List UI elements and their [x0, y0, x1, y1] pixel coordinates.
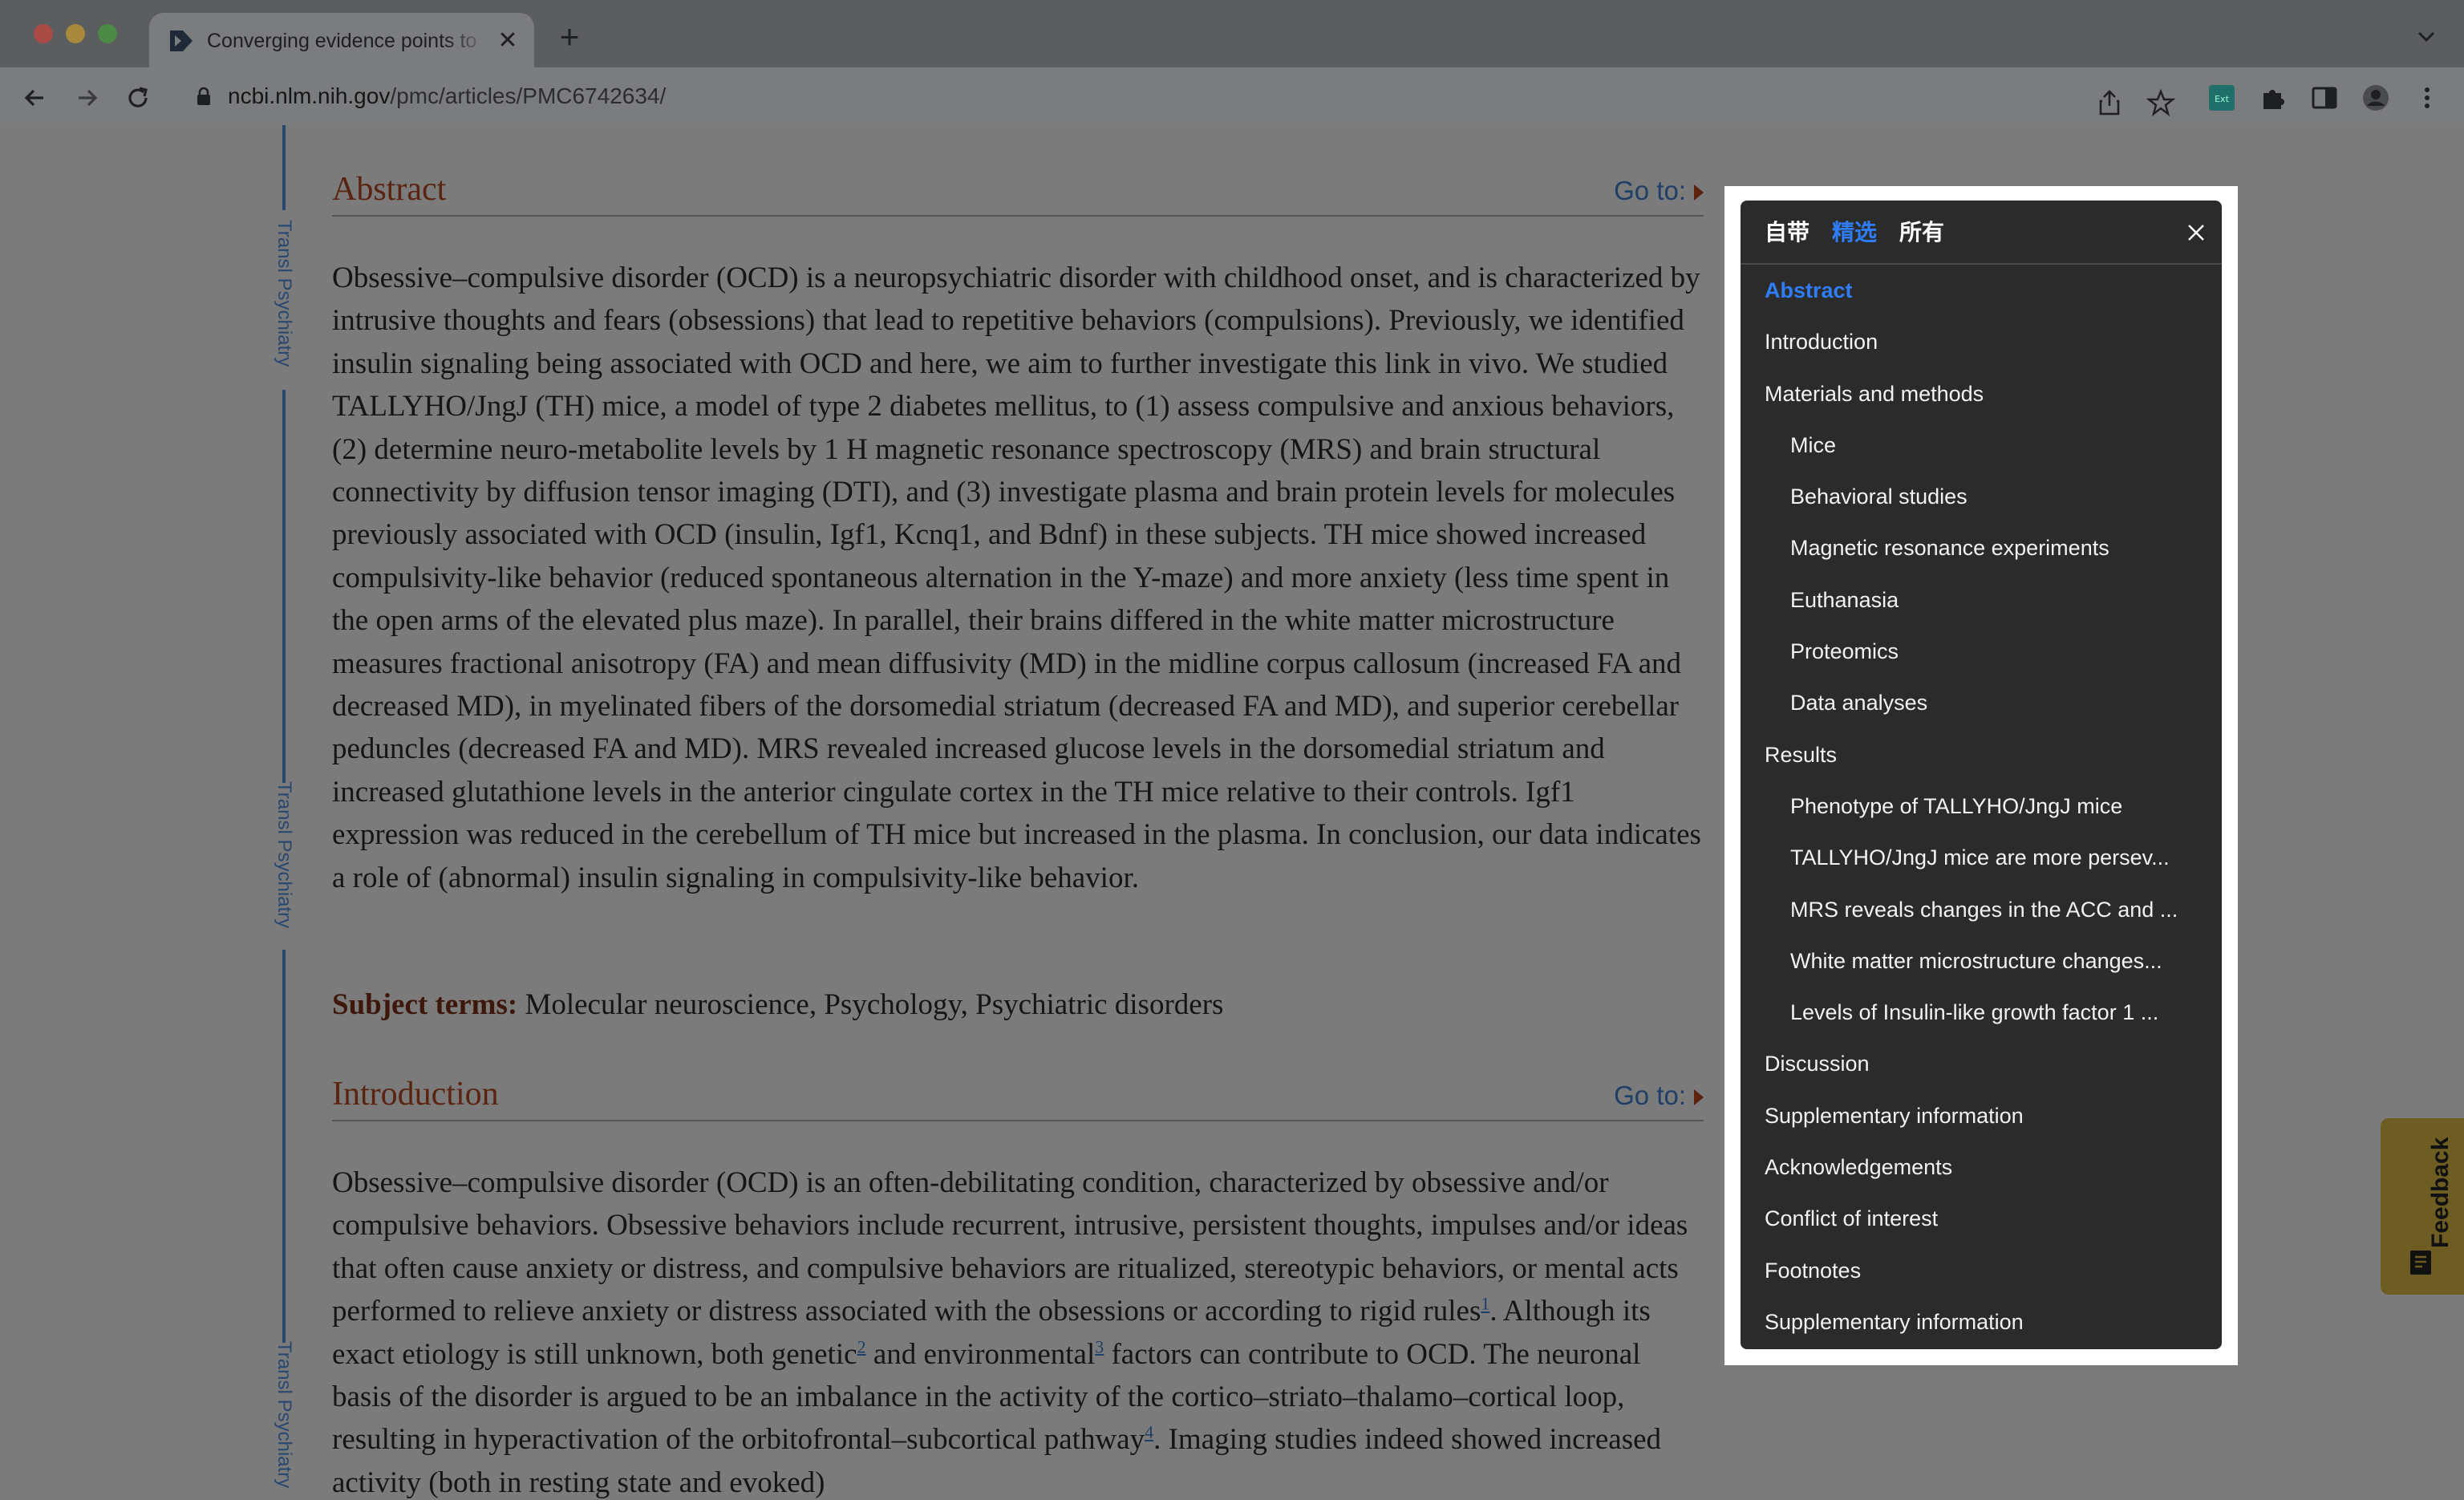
outline-item[interactable]: Mice: [1741, 431, 2222, 482]
feedback-label: Feedback: [2427, 1137, 2454, 1248]
side-panel-icon[interactable]: [2308, 82, 2340, 114]
outline-item[interactable]: Euthanasia: [1741, 586, 2222, 637]
outline-item[interactable]: Acknowledgements: [1741, 1153, 2222, 1204]
pmc-favicon-icon: [170, 30, 192, 51]
abstract-header: Abstract Go to:: [332, 165, 1704, 217]
url-text[interactable]: ncbi.nlm.nih.gov/pmc/articles/PMC6742634…: [228, 82, 666, 111]
outline-item[interactable]: Introduction: [1741, 327, 2222, 379]
outline-item[interactable]: Levels of Insulin-like growth factor 1 .…: [1741, 998, 2222, 1049]
kebab-menu-icon[interactable]: [2411, 82, 2443, 114]
reference-link[interactable]: 3: [1095, 1336, 1104, 1356]
svg-text:Ext: Ext: [2215, 94, 2229, 104]
outline-panel-frame: 自带 精选 所有 Abstract Introduction Materials a…: [1724, 186, 2238, 1365]
outline-item[interactable]: Phenotype of TALLYHO/JngJ mice: [1741, 792, 2222, 843]
new-tab-button[interactable]: +: [553, 20, 586, 55]
lock-icon[interactable]: [196, 87, 212, 106]
tab-builtin[interactable]: 自带: [1765, 218, 1810, 247]
outline-item[interactable]: Supplementary information: [1741, 1307, 2222, 1349]
tab-title: Converging evidence points to: [207, 30, 477, 52]
outline-item[interactable]: Footnotes: [1741, 1256, 2222, 1307]
introduction-header: Introduction Go to:: [332, 1070, 1704, 1121]
outline-item[interactable]: Data analyses: [1741, 688, 2222, 740]
close-icon[interactable]: [2183, 220, 2209, 245]
outline-item[interactable]: Results: [1741, 740, 2222, 792]
reference-link[interactable]: 2: [857, 1336, 866, 1356]
journal-sidebar-line: [282, 950, 286, 1343]
introduction-text: Obsessive–compulsive disorder (OCD) is a…: [332, 1166, 1688, 1499]
journal-sidebar-line: [282, 125, 286, 210]
journal-sidebar-label[interactable]: Transl Psychiatry: [273, 220, 297, 396]
triangle-right-icon: [1694, 1089, 1704, 1106]
browser-toolbar: ncbi.nlm.nih.gov/pmc/articles/PMC6742634…: [0, 67, 2464, 125]
url-domain: ncbi.nlm.nih.gov: [228, 83, 391, 108]
address-bar[interactable]: ncbi.nlm.nih.gov/pmc/articles/PMC6742634…: [178, 75, 2219, 117]
tab-search-chevron-icon[interactable]: [2414, 24, 2438, 48]
tab-close-icon[interactable]: ✕: [496, 29, 520, 53]
arrow-right-icon[interactable]: [71, 82, 103, 114]
feedback-button[interactable]: Feedback: [2381, 1118, 2464, 1295]
extension-badge-icon[interactable]: Ext: [2206, 82, 2238, 114]
puzzle-icon[interactable]: [2257, 82, 2289, 114]
share-icon[interactable]: [2095, 88, 2124, 117]
introduction-title: Introduction: [332, 1076, 499, 1113]
feedback-icon: [2410, 1251, 2431, 1275]
triangle-right-icon: [1694, 184, 1704, 201]
url-path: /pmc/articles/PMC6742634/: [390, 83, 667, 108]
journal-sidebar-line: [282, 390, 286, 783]
star-icon[interactable]: [2146, 88, 2175, 117]
browser-tab-active[interactable]: Converging evidence points to ✕: [149, 13, 534, 67]
outline-item[interactable]: Materials and methods: [1741, 379, 2222, 431]
window-zoom-button[interactable]: [98, 24, 117, 43]
journal-sidebar-label[interactable]: Transl Psychiatry: [273, 1341, 297, 1500]
window-close-button[interactable]: [34, 24, 53, 43]
outline-item[interactable]: White matter microstructure changes...: [1741, 947, 2222, 998]
outline-item[interactable]: MRS reveals changes in the ACC and ...: [1741, 895, 2222, 947]
tab-strip: Converging evidence points to ✕ +: [0, 0, 2464, 67]
outline-list: Abstract Introduction Materials and method…: [1741, 276, 2222, 1349]
subject-terms-label: Subject terms:: [332, 988, 518, 1021]
tab-all[interactable]: 所有: [1899, 218, 1944, 247]
outline-panel: 自带 精选 所有 Abstract Introduction Materials a…: [1741, 201, 2222, 1349]
abstract-title: Abstract: [332, 171, 447, 208]
outline-item[interactable]: Supplementary information: [1741, 1101, 2222, 1153]
outline-item[interactable]: Conflict of interest: [1741, 1204, 2222, 1255]
journal-sidebar-label[interactable]: Transl Psychiatry: [273, 781, 297, 958]
window-minimize-button[interactable]: [66, 24, 85, 43]
arrow-left-icon[interactable]: [19, 82, 51, 114]
outline-item[interactable]: TALLYHO/JngJ mice are more persev...: [1741, 843, 2222, 894]
abstract-goto-link[interactable]: Go to:: [1614, 175, 1704, 207]
tab-featured[interactable]: 精选: [1832, 218, 1877, 247]
reload-icon[interactable]: [122, 82, 154, 114]
subject-terms: Subject terms: Molecular neuroscience, P…: [332, 985, 1704, 1025]
abstract-text: Obsessive–compulsive disorder (OCD) is a…: [332, 261, 1701, 894]
outline-item[interactable]: Discussion: [1741, 1049, 2222, 1101]
outline-item[interactable]: Behavioral studies: [1741, 482, 2222, 533]
reference-link[interactable]: 1: [1481, 1294, 1489, 1314]
reference-link[interactable]: 4: [1145, 1422, 1153, 1442]
introduction-goto-link[interactable]: Go to:: [1614, 1080, 1704, 1112]
outline-item[interactable]: Abstract: [1741, 276, 2222, 327]
outline-item[interactable]: Proteomics: [1741, 637, 2222, 688]
outline-panel-tabs: 自带 精选 所有: [1741, 201, 2222, 265]
outline-item[interactable]: Magnetic resonance experiments: [1741, 533, 2222, 585]
profile-icon[interactable]: [2360, 82, 2392, 114]
subject-terms-value[interactable]: Molecular neuroscience, Psychology, Psyc…: [517, 988, 1223, 1021]
